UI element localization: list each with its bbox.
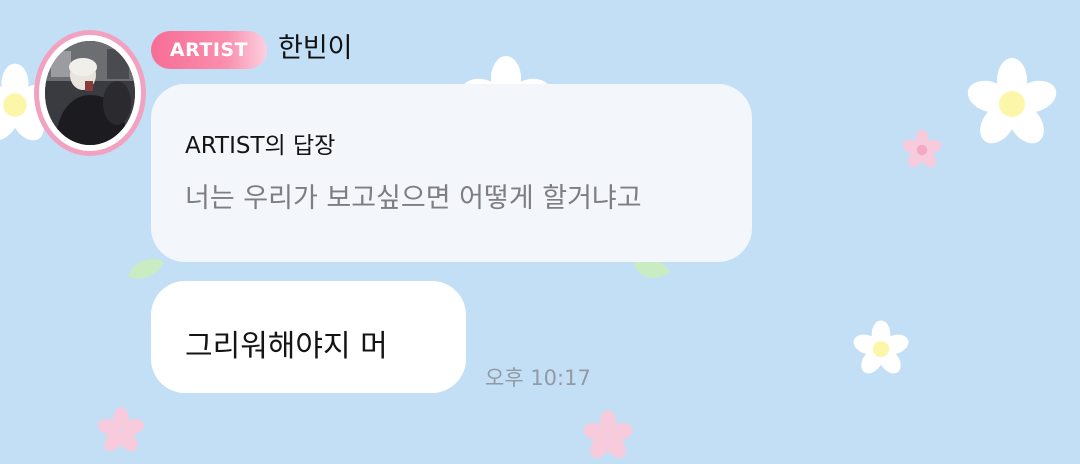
sender-avatar-container — [34, 30, 146, 156]
background-flower-icon — [902, 129, 942, 168]
avatar-photo — [45, 41, 135, 145]
background-flower-icon — [853, 320, 909, 374]
profile-photo-icon — [45, 41, 135, 145]
message-text: 그리워해야지 머 — [185, 329, 388, 364]
sender-name[interactable]: 한빈이 — [278, 29, 353, 69]
quoted-message-text: 너는 우리가 보고싶으면 어떻게 할거냐고 — [185, 183, 642, 214]
background-flower-icon — [97, 407, 145, 452]
sender-avatar[interactable] — [34, 30, 146, 156]
background-leaf-icon — [128, 258, 164, 279]
background-flower-icon — [583, 410, 633, 458]
reply-title: ARTIST의 답장 — [185, 133, 336, 159]
artist-badge: ARTIST — [151, 31, 267, 69]
message-bubble[interactable]: 그리워해야지 머 — [151, 281, 466, 393]
reply-message-bubble[interactable]: ARTIST의 답장 너는 우리가 보고싶으면 어떻게 할거냐고 — [151, 84, 752, 262]
message-timestamp: 오후 10:17 — [485, 366, 591, 390]
background-flower-icon — [967, 58, 1057, 144]
